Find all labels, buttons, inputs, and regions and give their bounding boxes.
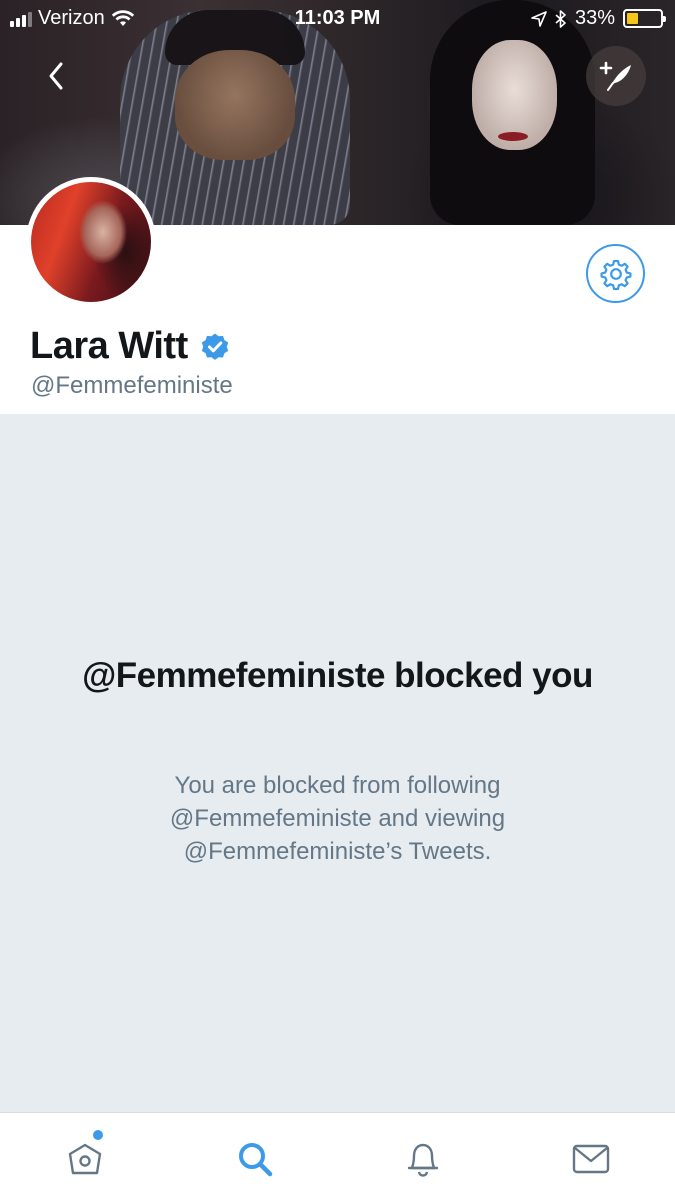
bluetooth-icon (555, 9, 566, 28)
chevron-left-icon (49, 62, 63, 90)
tab-home[interactable] (61, 1135, 109, 1183)
profile-display-name: Lara Witt (30, 325, 188, 367)
bell-icon (407, 1143, 439, 1177)
tab-messages[interactable] (567, 1135, 615, 1183)
blocked-title: @Femmefeministe blocked you (82, 656, 593, 695)
home-notification-dot (93, 1130, 103, 1140)
profile-name-row: Lara Witt (30, 325, 230, 368)
profile-handle: @Femmefeministe (31, 372, 233, 399)
battery-percent: 33% (574, 7, 615, 29)
back-button[interactable] (36, 56, 76, 96)
tab-notifications[interactable] (399, 1135, 447, 1183)
location-icon (531, 10, 547, 27)
blocked-notice-panel: @Femmefeministe blocked you You are bloc… (0, 414, 675, 1112)
blocked-description: You are blocked from following @Femmefem… (169, 772, 506, 865)
status-bar: Verizon 11:03 PM 33% (0, 0, 675, 38)
envelope-icon (572, 1144, 610, 1174)
compose-tweet-button[interactable] (586, 46, 646, 106)
profile-settings-button[interactable] (586, 244, 645, 303)
compose-tweet-icon (599, 61, 631, 91)
tab-search[interactable] (231, 1135, 279, 1183)
verified-badge-icon (201, 333, 228, 360)
banner-figure-left (120, 10, 350, 225)
battery-icon (623, 9, 666, 28)
home-icon (68, 1143, 102, 1175)
bottom-tab-bar (0, 1112, 675, 1200)
search-icon (239, 1143, 273, 1177)
avatar[interactable] (26, 177, 156, 307)
gear-icon (600, 259, 631, 290)
